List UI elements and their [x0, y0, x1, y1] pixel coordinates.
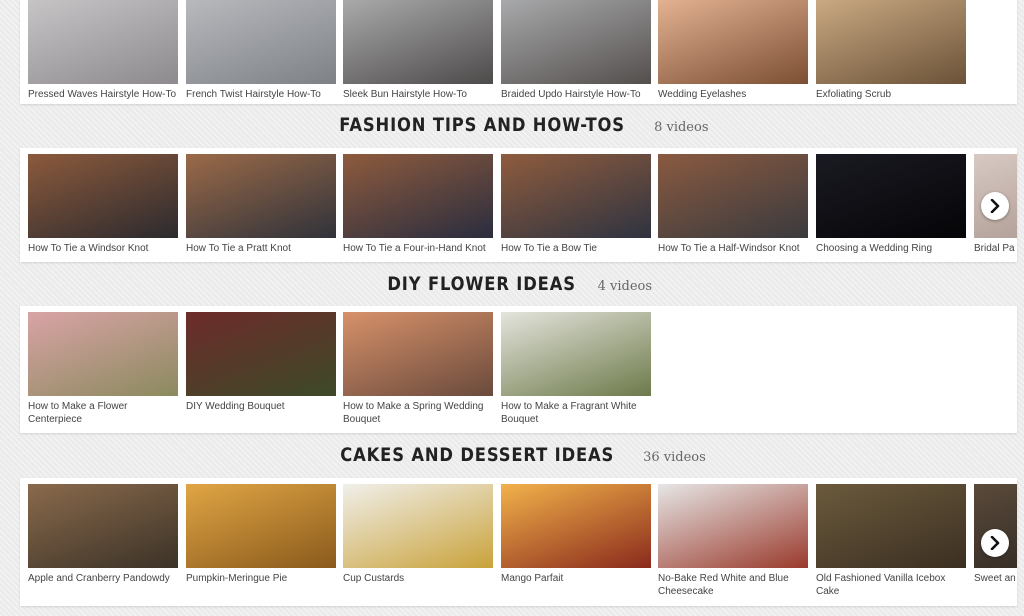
video-title[interactable]: Apple and Cranberry Pandowdy: [28, 572, 178, 585]
video-thumbnail[interactable]: [186, 154, 336, 238]
video-title[interactable]: How To Tie a Windsor Knot: [28, 242, 178, 255]
video-title[interactable]: French Twist Hairstyle How-To: [186, 88, 336, 101]
video-card[interactable]: Sleek Bun Hairstyle How-To: [343, 0, 493, 101]
video-thumbnail[interactable]: [343, 312, 493, 396]
video-thumbnail[interactable]: [501, 312, 651, 396]
video-card[interactable]: Exfoliating Scrub: [816, 0, 966, 101]
video-card[interactable]: How To Tie a Windsor Knot: [28, 154, 178, 255]
video-card[interactable]: How To Tie a Half-Windsor Knot: [658, 154, 808, 255]
video-thumbnail[interactable]: [501, 154, 651, 238]
video-title[interactable]: How To Tie a Pratt Knot: [186, 242, 336, 255]
video-thumbnail[interactable]: [658, 154, 808, 238]
video-thumbnail[interactable]: [186, 312, 336, 396]
video-thumbnail[interactable]: [343, 484, 493, 568]
section-heading: DIY FLOWER IDEAS 4 videos: [0, 273, 1024, 295]
video-title[interactable]: Pressed Waves Hairstyle How-To: [28, 88, 178, 101]
video-title[interactable]: How To Tie a Half-Windsor Knot: [658, 242, 808, 255]
video-card[interactable]: How to Make a Spring Wedding Bouquet: [343, 312, 493, 426]
video-card[interactable]: How To Tie a Bow Tie: [501, 154, 651, 255]
video-thumbnail[interactable]: [186, 0, 336, 84]
video-title[interactable]: Sleek Bun Hairstyle How-To: [343, 88, 493, 101]
video-shelf-flowers: How to Make a Flower Centerpiece DIY Wed…: [20, 306, 1017, 433]
video-card[interactable]: Cup Custards: [343, 484, 493, 585]
video-thumbnail[interactable]: [816, 0, 966, 84]
video-card[interactable]: How To Tie a Four-in-Hand Knot: [343, 154, 493, 255]
video-card[interactable]: How To Tie a Pratt Knot: [186, 154, 336, 255]
carousel-next-button[interactable]: [981, 192, 1009, 220]
video-title[interactable]: Pumpkin-Meringue Pie: [186, 572, 336, 585]
video-title[interactable]: Braided Updo Hairstyle How-To: [501, 88, 651, 101]
video-thumbnail[interactable]: [501, 0, 651, 84]
video-shelf-cakes: Apple and Cranberry Pandowdy Pumpkin-Mer…: [20, 478, 1017, 606]
video-thumbnail[interactable]: [186, 484, 336, 568]
video-title[interactable]: Choosing a Wedding Ring: [816, 242, 966, 255]
video-card[interactable]: Mango Parfait: [501, 484, 651, 585]
video-card[interactable]: No-Bake Red White and Blue Cheesecake: [658, 484, 808, 598]
video-title[interactable]: No-Bake Red White and Blue Cheesecake: [658, 572, 808, 598]
video-thumbnail[interactable]: [343, 0, 493, 84]
video-card[interactable]: How to Make a Flower Centerpiece: [28, 312, 178, 426]
section-heading: CAKES AND DESSERT IDEAS 36 videos: [0, 444, 1024, 466]
video-card[interactable]: Old Fashioned Vanilla Icebox Cake: [816, 484, 966, 598]
video-thumbnail[interactable]: [816, 154, 966, 238]
video-title[interactable]: How to Make a Fragrant White Bouquet: [501, 400, 651, 426]
video-card[interactable]: DIY Wedding Bouquet: [186, 312, 336, 413]
video-title[interactable]: Sweet an Doughs: [974, 572, 1017, 585]
video-title[interactable]: How To Tie a Four-in-Hand Knot: [343, 242, 493, 255]
video-thumbnail[interactable]: [28, 0, 178, 84]
video-thumbnail[interactable]: [28, 154, 178, 238]
video-shelf-beauty: Pressed Waves Hairstyle How-To French Tw…: [20, 0, 1017, 104]
chevron-right-icon: [990, 536, 1000, 550]
video-thumbnail[interactable]: [501, 484, 651, 568]
video-count: 4 videos: [597, 279, 653, 294]
section-heading: FASHION TIPS AND HOW-TOS 8 videos: [0, 114, 1024, 136]
video-card[interactable]: Apple and Cranberry Pandowdy: [28, 484, 178, 585]
chevron-right-icon: [990, 199, 1000, 213]
video-thumbnail[interactable]: [658, 484, 808, 568]
video-title[interactable]: How To Tie a Bow Tie: [501, 242, 651, 255]
video-card[interactable]: French Twist Hairstyle How-To: [186, 0, 336, 101]
video-card[interactable]: Pumpkin-Meringue Pie: [186, 484, 336, 585]
video-card[interactable]: How to Make a Fragrant White Bouquet: [501, 312, 651, 426]
section-title: FASHION TIPS AND HOW-TOS: [338, 114, 625, 136]
video-title[interactable]: DIY Wedding Bouquet: [186, 400, 336, 413]
video-card[interactable]: Choosing a Wedding Ring: [816, 154, 966, 255]
video-thumbnail[interactable]: [28, 312, 178, 396]
video-thumbnail[interactable]: [658, 0, 808, 84]
video-title[interactable]: Bridal Pa: [974, 242, 1017, 255]
carousel-next-button[interactable]: [981, 529, 1009, 557]
video-title[interactable]: How to Make a Spring Wedding Bouquet: [343, 400, 493, 426]
video-title[interactable]: Wedding Eyelashes: [658, 88, 808, 101]
video-shelf-fashion: How To Tie a Windsor Knot How To Tie a P…: [20, 148, 1017, 262]
video-thumbnail[interactable]: [343, 154, 493, 238]
section-title: DIY FLOWER IDEAS: [387, 273, 576, 295]
video-title[interactable]: How to Make a Flower Centerpiece: [28, 400, 178, 426]
video-thumbnail[interactable]: [816, 484, 966, 568]
video-title[interactable]: Mango Parfait: [501, 572, 651, 585]
video-count: 8 videos: [654, 120, 709, 135]
video-card[interactable]: Braided Updo Hairstyle How-To: [501, 0, 651, 101]
video-card[interactable]: Pressed Waves Hairstyle How-To: [28, 0, 178, 101]
video-card[interactable]: Wedding Eyelashes: [658, 0, 808, 101]
video-title[interactable]: Cup Custards: [343, 572, 493, 585]
video-count: 36 videos: [643, 450, 706, 465]
video-thumbnail[interactable]: [28, 484, 178, 568]
video-title[interactable]: Exfoliating Scrub: [816, 88, 966, 101]
video-title[interactable]: Old Fashioned Vanilla Icebox Cake: [816, 572, 966, 598]
section-title: CAKES AND DESSERT IDEAS: [340, 444, 615, 466]
